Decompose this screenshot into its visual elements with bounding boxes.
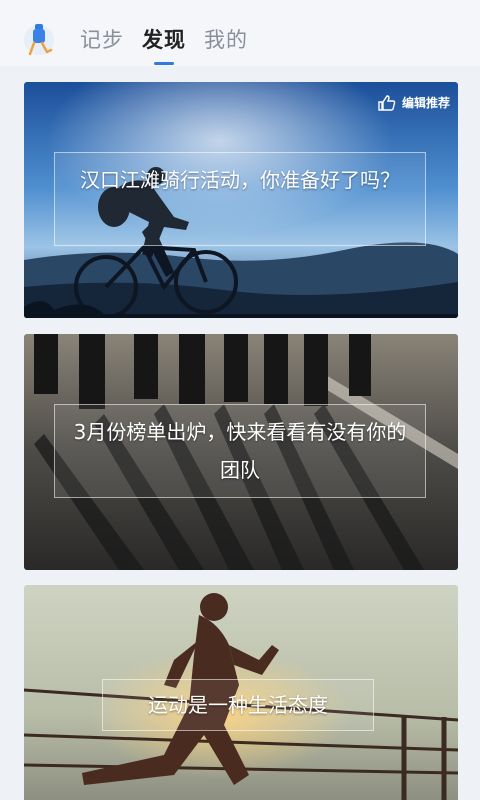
user-avatar-icon[interactable] (22, 20, 56, 60)
tab-mine[interactable]: 我的 (204, 24, 248, 54)
top-navigation-bar: 记步 发现 我的 (0, 0, 480, 66)
tab-steps[interactable]: 记步 (80, 24, 124, 54)
card-caption: 3月份榜单出炉，快来看看有没有你的团队 (54, 404, 426, 498)
active-tab-indicator (154, 62, 174, 65)
tab-discover[interactable]: 发现 (142, 24, 186, 65)
article-card-cycling[interactable]: 编辑推荐 汉口江滩骑行活动，你准备好了吗？ (24, 82, 458, 318)
editor-recommend-badge: 编辑推荐 (378, 94, 450, 111)
article-card-ranking[interactable]: 3月份榜单出炉，快来看看有没有你的团队 (24, 334, 458, 570)
main-tabs: 记步 发现 我的 (80, 24, 248, 65)
article-card-lifestyle[interactable]: 运动是一种生活态度 (24, 585, 458, 800)
thumbs-up-icon (378, 94, 396, 111)
card-caption: 运动是一种生活态度 (102, 679, 374, 731)
badge-label: 编辑推荐 (401, 96, 450, 110)
card-caption: 汉口江滩骑行活动，你准备好了吗？ (54, 152, 426, 246)
